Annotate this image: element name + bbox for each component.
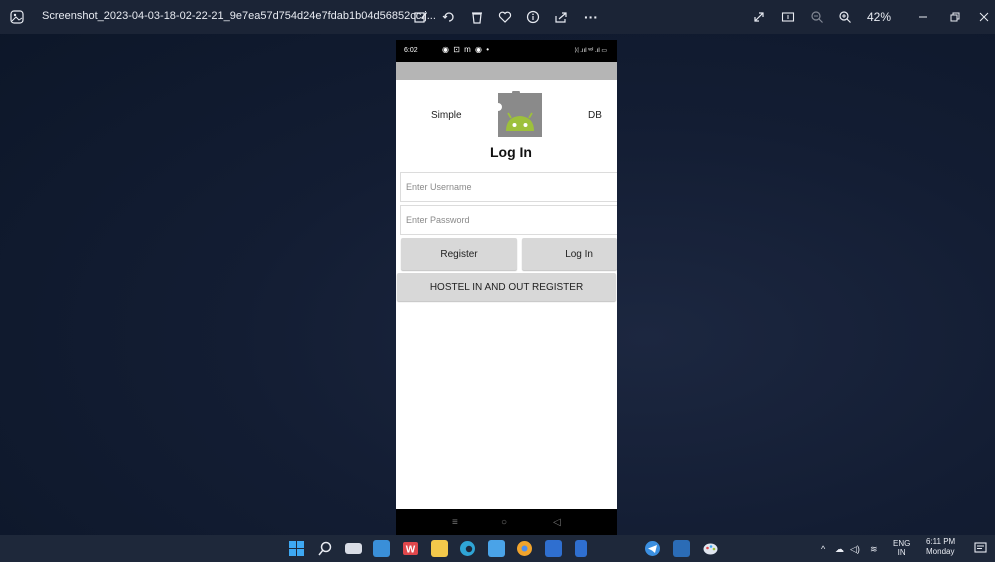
- home-icon[interactable]: ○: [501, 517, 507, 528]
- back-icon[interactable]: ◁: [553, 517, 561, 528]
- edge-browser-icon[interactable]: [459, 540, 476, 557]
- clock-day: Monday: [926, 547, 955, 556]
- register-button[interactable]: Register: [401, 238, 517, 270]
- signal-battery-icons: ᛞ .ııl ᵛᵒˡ .ıl ▭: [574, 48, 607, 54]
- photos-app-taskbar-icon[interactable]: [673, 540, 690, 557]
- word-icon[interactable]: W: [402, 540, 419, 557]
- show-hidden-icons-chevron-icon[interactable]: ^: [821, 544, 825, 554]
- chrome-icon[interactable]: [516, 540, 533, 557]
- android-puzzle-logo-icon: [498, 91, 542, 137]
- login-title: Log In: [490, 144, 532, 160]
- actual-size-icon[interactable]: [779, 8, 797, 26]
- notepad-icon[interactable]: [575, 540, 587, 557]
- more-options-icon[interactable]: ···: [580, 8, 602, 26]
- start-windows-icon[interactable]: [288, 540, 305, 557]
- store-icon[interactable]: [488, 540, 505, 557]
- restore-icon[interactable]: [946, 8, 964, 26]
- language-indicator[interactable]: ENG IN: [893, 539, 910, 557]
- minimize-icon[interactable]: [914, 8, 932, 26]
- file-explorer-icon[interactable]: [431, 540, 448, 557]
- close-icon[interactable]: [976, 8, 992, 26]
- clock-time: 6:11 PM: [926, 537, 956, 546]
- calendar-app-icon[interactable]: [545, 540, 562, 557]
- task-view-icon[interactable]: [345, 543, 362, 554]
- file-name: Screenshot_2023-04-03-18-02-22-21_9e7ea5…: [42, 10, 436, 22]
- zoom-level: 42%: [867, 10, 892, 24]
- wifi-icon[interactable]: ≋: [870, 544, 878, 555]
- language-code: ENG: [893, 539, 911, 548]
- favorite-heart-icon[interactable]: [496, 8, 514, 26]
- zoom-in-icon[interactable]: [836, 8, 854, 26]
- notification-icons: ◉ ⊡ m ◉ •: [442, 45, 491, 54]
- phone-status-bar: 6:02 ◉ ⊡ m ◉ • ᛞ .ııl ᵛᵒˡ .ıl ▭: [396, 40, 617, 62]
- region-code: IN: [897, 548, 906, 557]
- phone-navigation-bar: ≡ ○ ◁: [396, 509, 617, 537]
- edit-image-icon[interactable]: [412, 8, 430, 26]
- svg-text:W: W: [406, 545, 416, 556]
- phone-screenshot: 6:02 ◉ ⊡ m ◉ • ᛞ .ııl ᵛᵒˡ .ıl ▭ Simple D…: [396, 40, 617, 537]
- recent-apps-icon[interactable]: ≡: [452, 517, 458, 528]
- db-label: DB: [588, 110, 602, 121]
- onedrive-cloud-icon[interactable]: ☁: [835, 544, 844, 555]
- rotate-icon[interactable]: [440, 8, 458, 26]
- share-icon[interactable]: [552, 8, 570, 26]
- zoom-out-icon[interactable]: [808, 8, 826, 26]
- widgets-icon[interactable]: [373, 540, 390, 557]
- photo-viewer-titlebar: Screenshot_2023-04-03-18-02-22-21_9e7ea5…: [0, 0, 995, 34]
- paint-app-icon[interactable]: [702, 540, 719, 557]
- login-button[interactable]: Log In: [522, 238, 617, 270]
- simple-label: Simple: [431, 110, 462, 121]
- info-icon[interactable]: [524, 8, 542, 26]
- windows-taskbar: W ^ ☁ ◁) ≋ ENG IN 6:11 PM Monday: [0, 535, 995, 562]
- password-input[interactable]: [400, 205, 617, 235]
- search-icon[interactable]: [317, 540, 334, 557]
- volume-icon[interactable]: ◁): [850, 544, 860, 555]
- app-action-bar: [396, 62, 617, 80]
- phone-time: 6:02: [404, 47, 418, 54]
- taskbar-clock[interactable]: 6:11 PM Monday: [926, 537, 955, 557]
- fullscreen-expand-icon[interactable]: [750, 8, 768, 26]
- telegram-icon[interactable]: [644, 540, 661, 557]
- delete-icon[interactable]: [468, 8, 486, 26]
- photos-app-icon: [8, 8, 26, 26]
- notifications-icon[interactable]: [974, 542, 987, 557]
- username-input[interactable]: [400, 172, 617, 202]
- hostel-register-button[interactable]: HOSTEL IN AND OUT REGISTER: [397, 273, 616, 301]
